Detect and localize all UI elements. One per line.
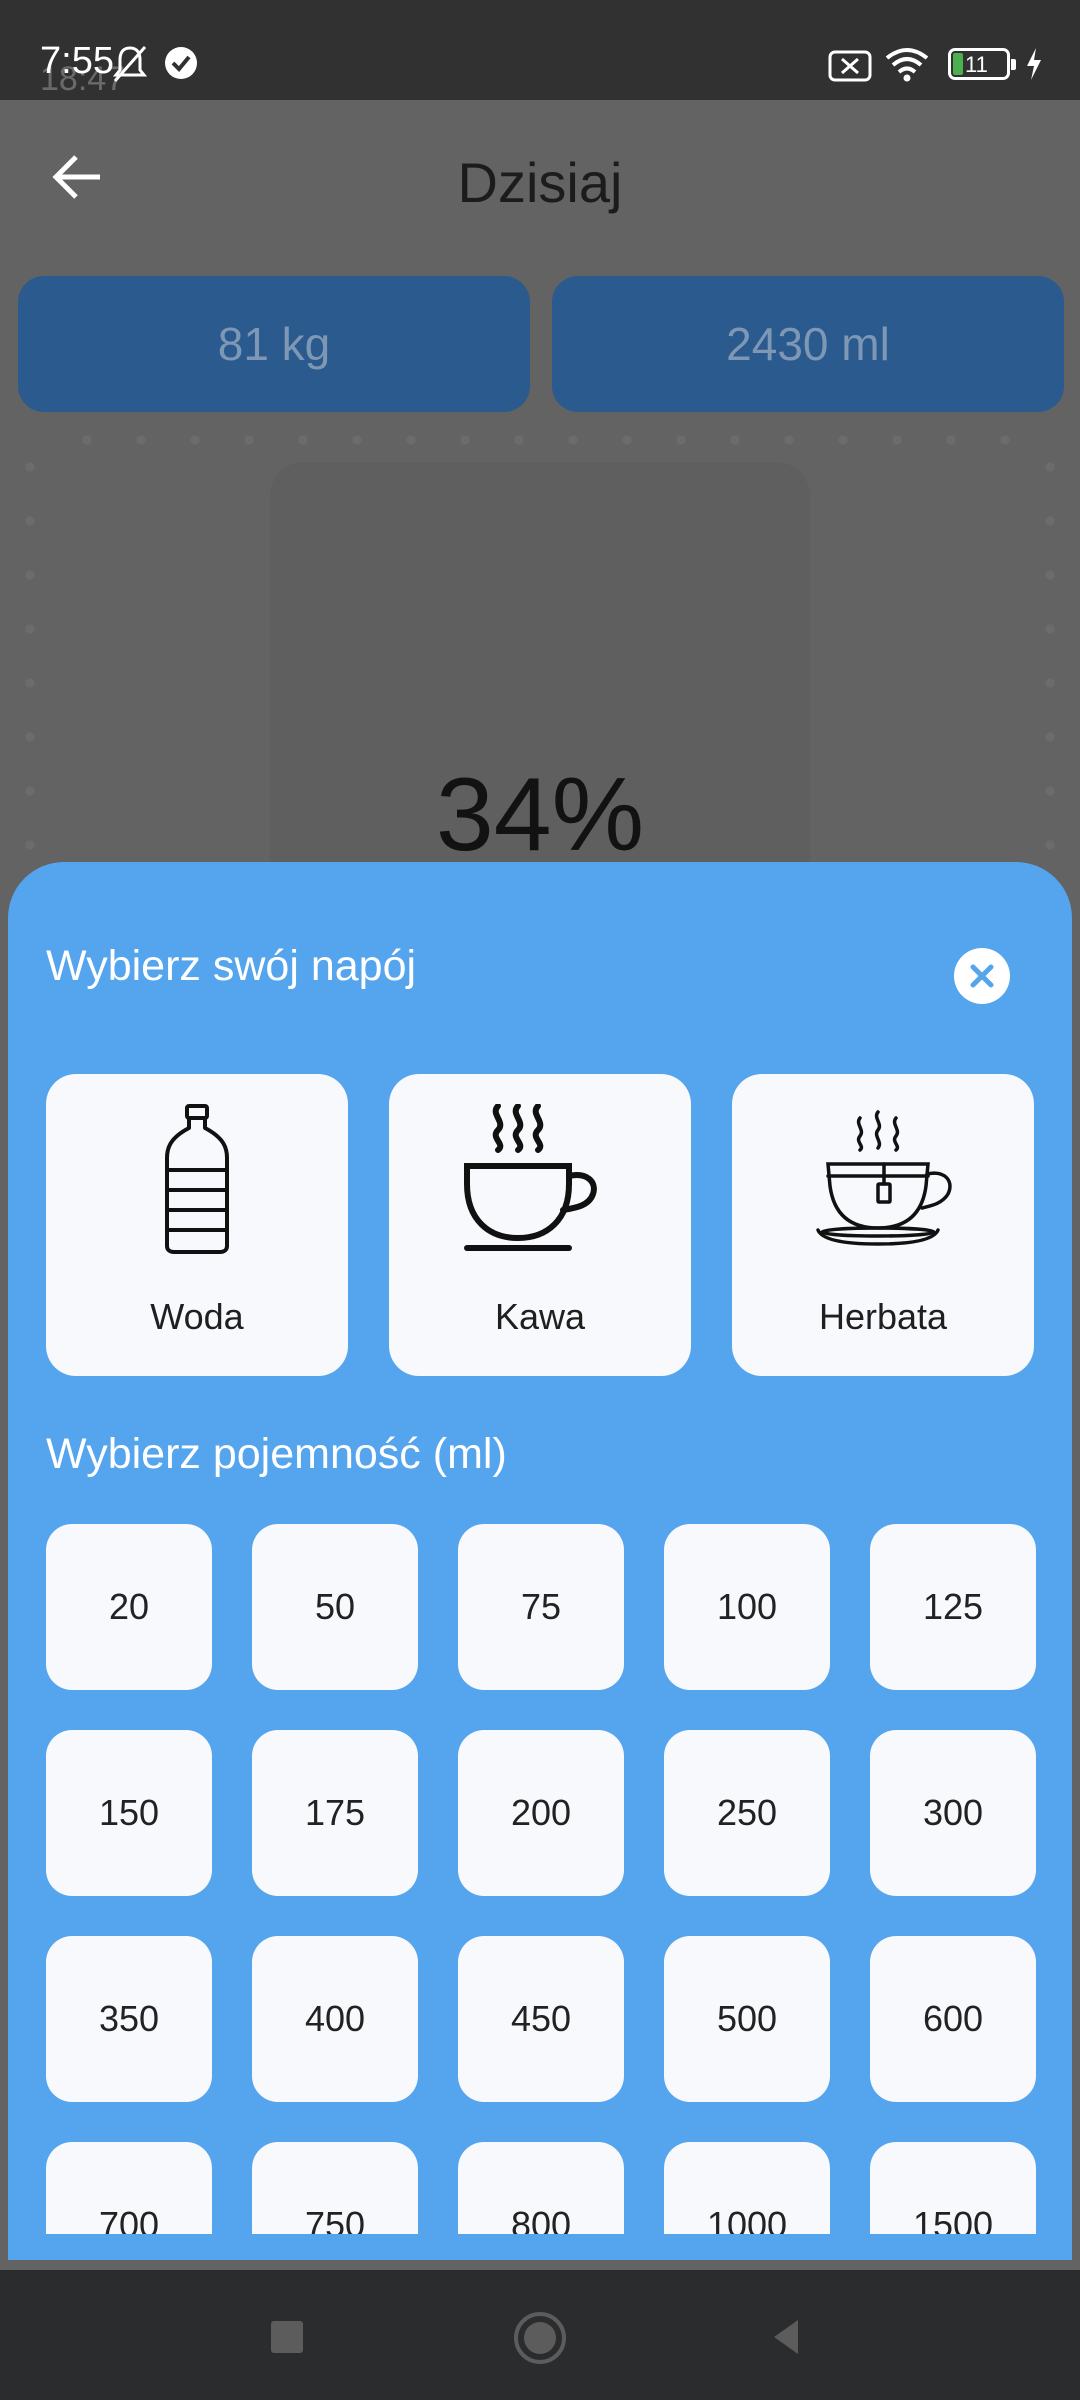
check-circle-icon: [165, 47, 197, 79]
volume-option[interactable]: 350: [46, 1936, 212, 2102]
drink-picker-sheet: Wybierz swój napój Woda Kawa Herbata Wyb…: [8, 862, 1072, 2260]
recents-button[interactable]: [262, 2312, 312, 2362]
close-button[interactable]: [954, 948, 1010, 1004]
volume-option[interactable]: 800: [458, 2142, 624, 2234]
charging-icon: [1027, 48, 1041, 80]
page-title: Dzisiaj: [457, 151, 623, 214]
volume-option[interactable]: 300: [870, 1730, 1036, 1896]
volume-option[interactable]: 175: [252, 1730, 418, 1896]
progress-percent: 34%: [435, 757, 645, 873]
volume-option[interactable]: 600: [870, 1936, 1036, 2102]
volume-option[interactable]: 20: [46, 1524, 212, 1690]
battery-level: 11: [965, 52, 988, 77]
volume-grid: 20 50 75 100 125 150 175 200 250 300 350…: [46, 1524, 1036, 2234]
volume-option[interactable]: 250: [664, 1730, 830, 1896]
close-icon: [970, 964, 994, 988]
wifi-icon: [885, 48, 929, 82]
navigation-bar: [0, 2270, 1080, 2400]
drink-card-tea[interactable]: Herbata: [732, 1074, 1034, 1376]
silent-bell-icon: [112, 46, 148, 82]
weight-card[interactable]: 81 kg: [18, 276, 530, 412]
volume-option[interactable]: 100: [664, 1524, 830, 1690]
drink-label: Herbata: [818, 1296, 948, 1337]
drink-heading: Wybierz swój napój: [46, 942, 417, 990]
drink-label: Kawa: [494, 1296, 586, 1337]
status-bar: 18:47 7:55 11: [0, 0, 1080, 100]
home-button[interactable]: [510, 2308, 570, 2368]
coffee-cup-icon: [464, 1104, 597, 1251]
volume-option[interactable]: 750: [252, 2142, 418, 2234]
volume-option[interactable]: 150: [46, 1730, 212, 1896]
volume-option[interactable]: 125: [870, 1524, 1036, 1690]
water-bottle-icon: [165, 1104, 229, 1254]
volume-option[interactable]: 1000: [664, 2142, 830, 2234]
volume-option[interactable]: 50: [252, 1524, 418, 1690]
volume-option[interactable]: 75: [458, 1524, 624, 1690]
volume-option[interactable]: 450: [458, 1936, 624, 2102]
volume-option[interactable]: 1500: [870, 2142, 1036, 2234]
back-button[interactable]: [762, 2312, 812, 2362]
tea-cup-icon: [816, 1110, 952, 1246]
drink-card-water[interactable]: Woda: [46, 1074, 348, 1376]
volume-heading: Wybierz pojemność (ml): [46, 1430, 507, 1478]
battery-icon: 11: [948, 48, 1016, 80]
water-goal-card[interactable]: 2430 ml: [552, 276, 1064, 412]
no-sim-icon: [828, 50, 872, 82]
volume-option[interactable]: 400: [252, 1936, 418, 2102]
volume-option[interactable]: 700: [46, 2142, 212, 2234]
drink-card-coffee[interactable]: Kawa: [389, 1074, 691, 1376]
drink-label: Woda: [150, 1296, 244, 1337]
volume-option[interactable]: 500: [664, 1936, 830, 2102]
status-time: 7:55: [40, 40, 114, 82]
volume-option[interactable]: 200: [458, 1730, 624, 1896]
decorative-dots: [60, 430, 1020, 450]
